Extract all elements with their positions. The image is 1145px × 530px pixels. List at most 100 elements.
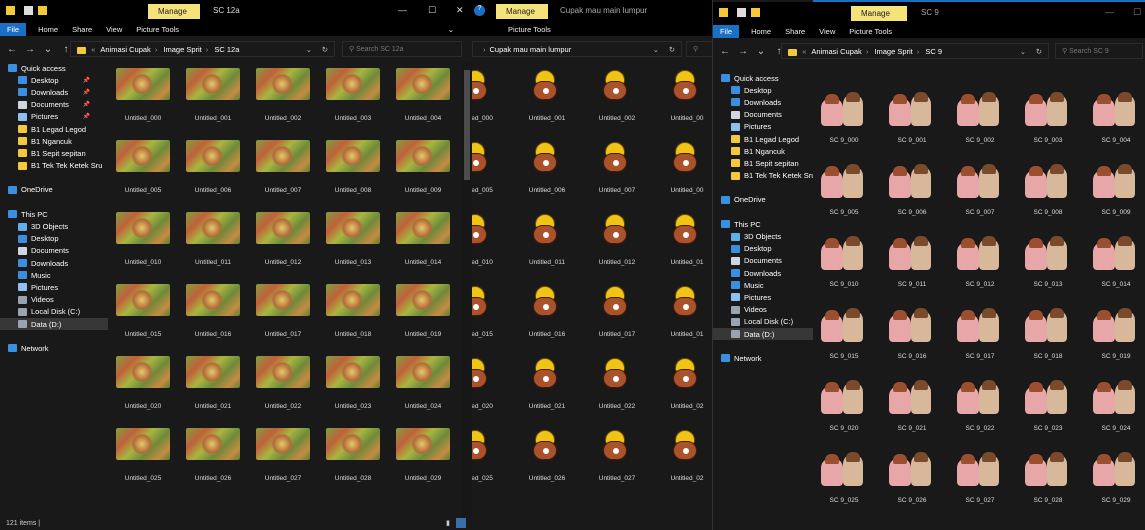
file-item[interactable]: ntitled_015	[472, 284, 512, 344]
sidebar-item[interactable]: 3D Objects	[713, 230, 813, 242]
sidebar-item[interactable]: Desktop	[0, 233, 108, 245]
file-tab[interactable]: File	[0, 22, 27, 36]
sidebar-item[interactable]: Network	[713, 352, 813, 364]
file-item[interactable]: SC 9_016	[877, 306, 947, 366]
file-item[interactable]: Untitled_026	[512, 428, 582, 488]
sidebar-item[interactable]: Desktop	[713, 243, 813, 255]
address-bar[interactable]: « Animasi Cupak › Image Sprit › SC 12a ⌄ ↻	[70, 41, 335, 57]
sidebar-item[interactable]: This PC	[713, 218, 813, 230]
file-item[interactable]: SC 9_023	[1013, 378, 1083, 438]
sidebar-item[interactable]: Documents	[713, 109, 813, 121]
file-item[interactable]: SC 9_004	[1081, 90, 1145, 150]
file-item[interactable]: Untitled_013	[318, 212, 388, 272]
file-item[interactable]: SC 9_008	[1013, 162, 1083, 222]
file-item[interactable]: Untitled_007	[582, 140, 652, 200]
sidebar-item[interactable]: B1 Tek Tek Ketek Sru	[713, 170, 813, 182]
forward-arrow-icon[interactable]: →	[737, 46, 749, 57]
file-item[interactable]: Untitled_023	[318, 356, 388, 416]
file-item[interactable]: Untitled_02	[652, 428, 712, 488]
file-item[interactable]: Untitled_011	[512, 212, 582, 272]
search-box[interactable]: ⚲ Search SC 12a	[342, 41, 462, 57]
file-item[interactable]: Untitled_017	[248, 284, 318, 344]
sidebar-item[interactable]: Music	[713, 279, 813, 291]
file-item[interactable]: Untitled_024	[388, 356, 458, 416]
file-item[interactable]: ntitled_025	[472, 428, 512, 488]
sidebar-item[interactable]: Documents	[713, 255, 813, 267]
breadcrumb-overflow[interactable]: «	[802, 47, 806, 56]
address-dropdown-icon[interactable]: ⌄	[653, 45, 659, 54]
file-item[interactable]: Untitled_003	[318, 68, 388, 128]
file-item[interactable]: SC 9_006	[877, 162, 947, 222]
file-item[interactable]: SC 9_029	[1081, 450, 1145, 510]
quick-access-toolbar-icon[interactable]	[737, 8, 746, 17]
file-item[interactable]: Untitled_027	[248, 428, 318, 488]
file-item[interactable]: Untitled_014	[388, 212, 458, 272]
sidebar-item[interactable]: Data (D:)	[713, 327, 813, 341]
file-item[interactable]: ntitled_010	[472, 212, 512, 272]
address-dropdown-icon[interactable]: ⌄	[306, 45, 312, 54]
breadcrumb-item[interactable]: Image Sprit	[163, 45, 201, 54]
large-icons-view-icon[interactable]	[456, 518, 466, 528]
breadcrumb-item[interactable]: Cupak mau main lumpur	[490, 45, 572, 54]
quick-access-toolbar-icon[interactable]	[751, 8, 760, 17]
file-item[interactable]: Untitled_007	[248, 140, 318, 200]
recent-dropdown-icon[interactable]: ⌄	[755, 46, 767, 57]
file-item[interactable]: Untitled_009	[388, 140, 458, 200]
breadcrumb-item[interactable]: SC 12a	[214, 45, 239, 54]
share-tab[interactable]: Share	[785, 27, 805, 36]
sidebar-item[interactable]: Music	[0, 269, 108, 281]
sidebar-item[interactable]: B1 Sepit sepitan	[713, 157, 813, 169]
search-box[interactable]: ⚲ Search SC 9	[1055, 43, 1143, 59]
expand-ribbon-icon[interactable]: ⌄	[448, 25, 454, 34]
file-item[interactable]: Untitled_019	[388, 284, 458, 344]
file-item[interactable]: Untitled_020	[108, 356, 178, 416]
file-item[interactable]: Untitled_028	[318, 428, 388, 488]
sidebar-item[interactable]: B1 Sepit sepitan	[0, 147, 108, 159]
file-item[interactable]: Untitled_011	[178, 212, 248, 272]
file-item[interactable]: SC 9_019	[1081, 306, 1145, 366]
sidebar-item[interactable]: Videos	[713, 304, 813, 316]
close-button[interactable]: ✕	[456, 5, 464, 16]
file-item[interactable]: Untitled_006	[512, 140, 582, 200]
sidebar-item[interactable]: Downloads 📌	[0, 86, 108, 98]
sidebar-item[interactable]: OneDrive	[713, 194, 813, 206]
file-item[interactable]: SC 9_018	[1013, 306, 1083, 366]
file-item[interactable]: Untitled_027	[582, 428, 652, 488]
file-item[interactable]: Untitled_012	[248, 212, 318, 272]
file-item[interactable]: SC 9_027	[945, 450, 1015, 510]
maximize-button[interactable]: ☐	[428, 5, 436, 16]
file-item[interactable]: Untitled_012	[582, 212, 652, 272]
file-item[interactable]: Untitled_00	[652, 68, 712, 128]
sidebar-item[interactable]: Network	[0, 342, 108, 354]
file-item[interactable]: SC 9_002	[945, 90, 1015, 150]
file-item[interactable]: SC 9_025	[813, 450, 879, 510]
refresh-icon[interactable]: ↻	[1036, 47, 1042, 56]
quick-access-toolbar-icon[interactable]	[6, 6, 15, 15]
file-item[interactable]: Untitled_029	[388, 428, 458, 488]
file-item[interactable]: SC 9_024	[1081, 378, 1145, 438]
title-bar[interactable]: ? Manage Cupak mau main lumpur	[472, 0, 712, 22]
file-item[interactable]: SC 9_020	[813, 378, 879, 438]
breadcrumb-item[interactable]: Image Sprit	[874, 47, 912, 56]
sidebar-item[interactable]: Downloads	[0, 257, 108, 269]
quick-access-toolbar-icon[interactable]	[38, 6, 47, 15]
sidebar-item[interactable]: Downloads	[713, 267, 813, 279]
manage-tab[interactable]: Manage	[148, 4, 200, 19]
picture-tools-tab[interactable]: Picture Tools	[136, 25, 179, 34]
sidebar-item[interactable]: Data (D:)	[0, 317, 108, 331]
file-item[interactable]: SC 9_012	[945, 234, 1015, 294]
sidebar-item[interactable]: Desktop	[713, 84, 813, 96]
file-item[interactable]: Untitled_006	[178, 140, 248, 200]
file-item[interactable]: Untitled_000	[108, 68, 178, 128]
sidebar-item[interactable]: Pictures	[0, 281, 108, 293]
file-item[interactable]: Untitled_005	[108, 140, 178, 200]
sidebar-item[interactable]: Pictures	[713, 121, 813, 133]
file-item[interactable]: SC 9_028	[1013, 450, 1083, 510]
vertical-scrollbar[interactable]	[462, 62, 472, 518]
quick-access-toolbar-icon[interactable]	[24, 6, 33, 15]
title-bar[interactable]: Manage SC 9 — ☐	[713, 2, 1145, 24]
file-item[interactable]: Untitled_021	[178, 356, 248, 416]
breadcrumb-overflow[interactable]: «	[91, 45, 95, 54]
file-item[interactable]: SC 9_011	[877, 234, 947, 294]
sidebar-item[interactable]: B1 Legad Legod	[0, 123, 108, 135]
